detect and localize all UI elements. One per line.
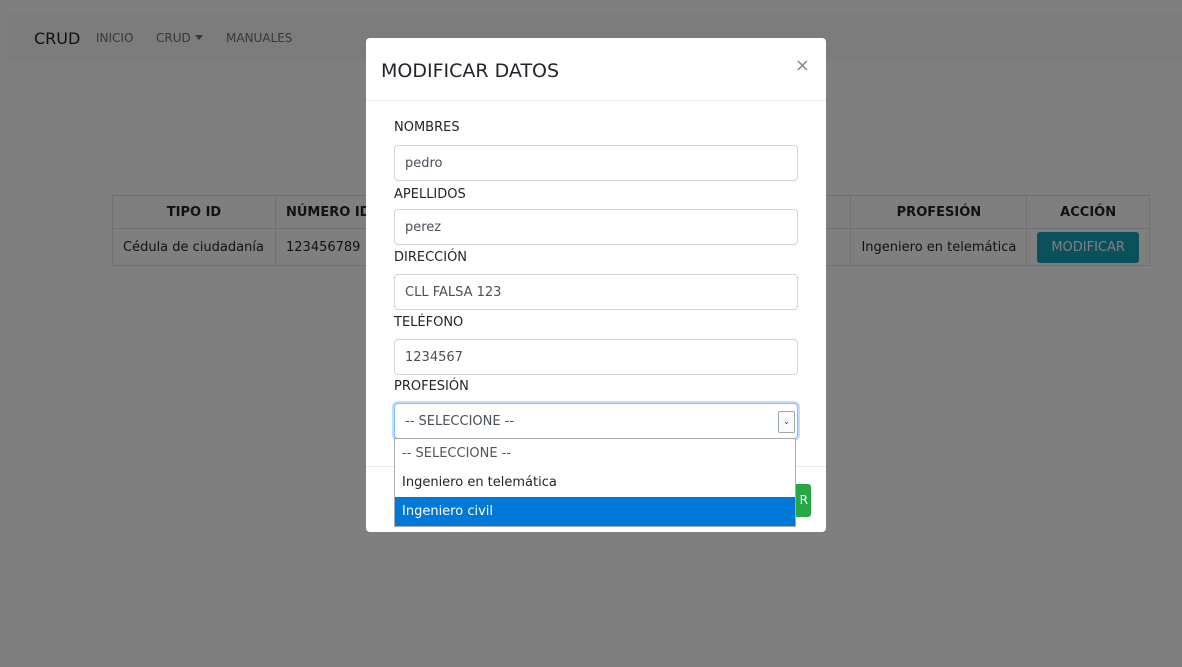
- dropdown-option-telematica[interactable]: Ingeniero en telemática: [395, 468, 795, 497]
- direccion-input[interactable]: [394, 274, 798, 310]
- dropdown-option-civil[interactable]: Ingeniero civil: [395, 497, 795, 526]
- chevron-down-icon[interactable]: ⌄: [778, 411, 795, 433]
- profesion-select[interactable]: -- SELECCIONE -- ⌄: [394, 403, 798, 439]
- dropdown-option-seleccione[interactable]: -- SELECCIONE --: [395, 439, 795, 468]
- telefono-input[interactable]: [394, 339, 798, 375]
- close-icon[interactable]: ×: [795, 55, 810, 76]
- nombres-input[interactable]: [394, 145, 798, 181]
- direccion-label: DIRECCIÓN: [394, 250, 468, 265]
- modal-title: MODIFICAR DATOS: [381, 60, 560, 82]
- telefono-label: TELÉFONO: [394, 315, 464, 330]
- profesion-selected-value: -- SELECCIONE --: [405, 414, 515, 429]
- nombres-label: NOMBRES: [394, 120, 460, 135]
- save-button[interactable]: R: [794, 484, 811, 517]
- profesion-dropdown-list: -- SELECCIONE -- Ingeniero en telemática…: [394, 438, 796, 527]
- modal-header: MODIFICAR DATOS ×: [366, 38, 826, 101]
- apellidos-input[interactable]: [394, 209, 798, 245]
- profesion-label: PROFESIÓN: [394, 379, 469, 394]
- apellidos-label: APELLIDOS: [394, 187, 466, 202]
